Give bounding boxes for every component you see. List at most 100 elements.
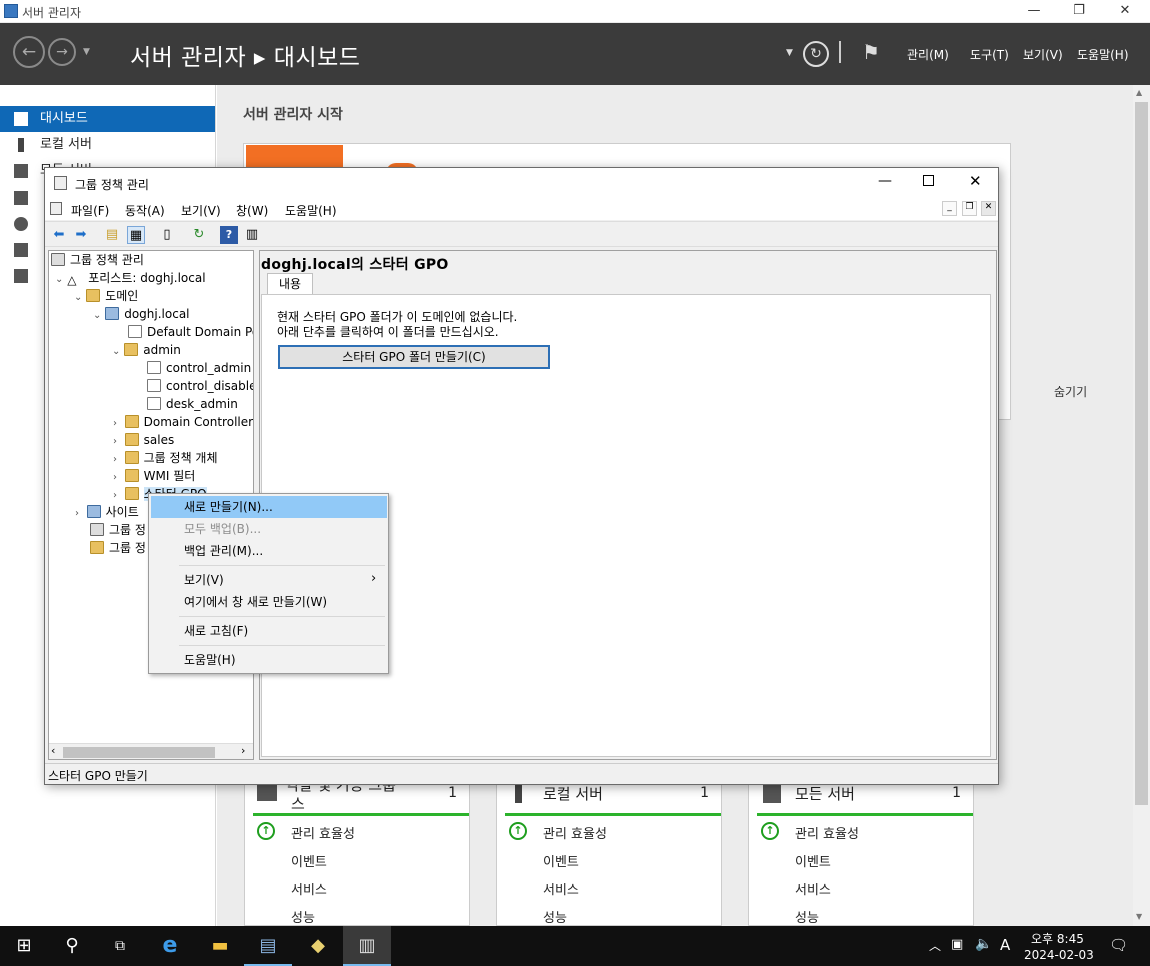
flag-icon[interactable]: ⚑ bbox=[862, 40, 880, 64]
tab-contents[interactable]: 내용 bbox=[267, 273, 313, 294]
tree-node-domain-controllers[interactable]: › Domain Controllers bbox=[113, 413, 253, 431]
nav-item-local-server[interactable]: 로컬 서버 bbox=[0, 132, 215, 158]
menu-item-new-window[interactable]: 여기에서 창 새로 만들기(W) bbox=[151, 591, 387, 613]
gpm-minimize-button[interactable]: — bbox=[878, 173, 892, 189]
menu-action[interactable]: 동작(A) bbox=[125, 202, 165, 219]
scroll-thumb[interactable] bbox=[63, 747, 215, 758]
tile-row-performance[interactable]: 성능 bbox=[795, 907, 819, 926]
close-button[interactable]: ✕ bbox=[1110, 2, 1140, 20]
tile-row-events[interactable]: 이벤트 bbox=[795, 851, 831, 870]
scroll-up-icon[interactable]: ▲ bbox=[1136, 88, 1142, 97]
menu-window[interactable]: 창(W) bbox=[236, 202, 268, 219]
notifications-icon[interactable]: 🗨 bbox=[1109, 936, 1128, 954]
forward-arrow-icon[interactable]: → bbox=[48, 38, 76, 66]
tile-all-servers[interactable]: 모든 서버 1 ↑ 관리 효율성 이벤트 서비스 성능 bbox=[748, 770, 974, 926]
tile-row-services[interactable]: 서비스 bbox=[795, 879, 831, 898]
chevron-right-icon[interactable]: › bbox=[113, 454, 117, 465]
tree-node-control-admin[interactable]: control_admin bbox=[147, 359, 251, 377]
properties-icon[interactable]: ▯ bbox=[158, 226, 176, 244]
tree-node-gpo-objects[interactable]: › 그룹 정책 개체 bbox=[113, 449, 218, 467]
tile-row-performance[interactable]: 성능 bbox=[543, 907, 567, 926]
restore-button[interactable]: ❐ bbox=[1064, 2, 1094, 20]
gpm-maximize-button[interactable] bbox=[923, 175, 934, 186]
mdi-minimize-button[interactable]: _ bbox=[942, 201, 957, 216]
clock-time[interactable]: 오후 8:45 bbox=[1031, 930, 1084, 947]
refresh-icon[interactable]: ↻ bbox=[190, 226, 208, 244]
tree-node-domains[interactable]: ⌄ 도메인 bbox=[74, 287, 138, 305]
roles-icon[interactable] bbox=[14, 191, 28, 205]
role-icon[interactable] bbox=[14, 243, 28, 257]
tile-row-performance[interactable]: 성능 bbox=[291, 907, 315, 926]
menu-item-view[interactable]: 보기(V) bbox=[151, 569, 387, 591]
chevron-right-icon[interactable]: › bbox=[113, 418, 117, 429]
tree-node-admin[interactable]: ⌄ admin bbox=[112, 341, 181, 359]
menu-item-backup-all[interactable]: 모두 백업(B)... bbox=[151, 518, 387, 540]
tree-node-desk-admin[interactable]: desk_admin bbox=[147, 395, 238, 413]
tile-row-events[interactable]: 이벤트 bbox=[543, 851, 579, 870]
nav-item-dashboard[interactable]: 대시보드 bbox=[0, 106, 215, 132]
back-arrow-icon[interactable]: ← bbox=[13, 36, 45, 68]
tile-row-manageability[interactable]: 관리 효율성 bbox=[543, 823, 607, 842]
scroll-right-icon[interactable]: › bbox=[241, 744, 245, 757]
tile-local-server[interactable]: 로컬 서버 1 ↑ 관리 효율성 이벤트 서비스 성능 bbox=[496, 770, 722, 926]
ad-users-taskbar-icon[interactable]: ◆ bbox=[294, 926, 342, 966]
scroll-left-icon[interactable]: ‹ bbox=[51, 744, 55, 757]
tree-node-default-policy[interactable]: Default Domain Po bbox=[128, 323, 253, 341]
history-dropdown-icon[interactable]: ▼ bbox=[83, 47, 90, 57]
chevron-right-icon[interactable]: › bbox=[75, 508, 79, 519]
tree-node-gp-results[interactable]: 그룹 정 bbox=[90, 539, 146, 557]
manage-menu[interactable]: 관리(M) bbox=[907, 46, 949, 63]
tree-node-sites[interactable]: › 사이트 bbox=[75, 503, 139, 521]
input-indicator[interactable]: A bbox=[1000, 936, 1010, 954]
document-icon[interactable] bbox=[50, 202, 62, 215]
gpm-close-button[interactable]: ✕ bbox=[969, 172, 982, 190]
tree-node-control-disable[interactable]: control_disable_ bbox=[147, 377, 253, 395]
task-view-icon[interactable]: ⧉ bbox=[96, 926, 144, 966]
tile-row-manageability[interactable]: 관리 효율성 bbox=[795, 823, 859, 842]
view-menu[interactable]: 보기(V) bbox=[1023, 46, 1063, 63]
volume-muted-icon[interactable]: 🔈 bbox=[975, 936, 992, 952]
chevron-down-icon[interactable]: ⌄ bbox=[112, 346, 120, 357]
menu-help[interactable]: 도움말(H) bbox=[285, 202, 337, 219]
tile-row-services[interactable]: 서비스 bbox=[291, 879, 327, 898]
chevron-down-icon[interactable]: ⌄ bbox=[74, 292, 82, 303]
dropdown-icon[interactable]: ▼ bbox=[786, 48, 793, 58]
menu-item-refresh[interactable]: 새로 고침(F) bbox=[151, 620, 387, 642]
scroll-thumb[interactable] bbox=[1135, 102, 1148, 805]
search-icon[interactable]: ⚲ bbox=[48, 926, 96, 966]
tree-node-sales[interactable]: › sales bbox=[113, 431, 174, 449]
chevron-up-icon[interactable]: ︿ bbox=[929, 937, 941, 954]
file-explorer-icon[interactable]: ▬ bbox=[196, 926, 244, 966]
minimize-button[interactable]: — bbox=[1019, 2, 1049, 20]
tile-row-events[interactable]: 이벤트 bbox=[291, 851, 327, 870]
up-folder-icon[interactable]: ▤ bbox=[103, 226, 121, 244]
tree-horizontal-scrollbar[interactable]: ‹ › bbox=[49, 743, 253, 759]
menu-file[interactable]: 파일(F) bbox=[71, 202, 109, 219]
console-icon[interactable]: ▥ bbox=[243, 226, 261, 244]
tree-node-forest[interactable]: ⌄ △ 포리스트: doghj.local bbox=[55, 269, 206, 287]
users-icon[interactable] bbox=[14, 217, 28, 231]
tools-menu[interactable]: 도구(T) bbox=[970, 46, 1009, 63]
tile-row-services[interactable]: 서비스 bbox=[543, 879, 579, 898]
file-services-icon[interactable] bbox=[14, 269, 28, 283]
scroll-down-icon[interactable]: ▼ bbox=[1136, 912, 1142, 921]
chevron-right-icon[interactable]: › bbox=[113, 472, 117, 483]
create-starter-gpo-folder-button[interactable]: 스타터 GPO 폴더 만들기(C) bbox=[278, 345, 550, 369]
internet-explorer-icon[interactable]: e bbox=[146, 926, 194, 966]
tree-node-wmi-filters[interactable]: › WMI 필터 bbox=[113, 467, 195, 485]
menu-view[interactable]: 보기(V) bbox=[181, 202, 221, 219]
tree-node-root[interactable]: 그룹 정책 관리 bbox=[51, 251, 144, 269]
gpm-taskbar-icon[interactable]: ▥ bbox=[343, 926, 391, 966]
chevron-right-icon[interactable]: › bbox=[113, 436, 117, 447]
help-menu[interactable]: 도움말(H) bbox=[1077, 46, 1129, 63]
tile-roles-groups[interactable]: 역할 및 기능 그룹 스 1 ↑ 관리 효율성 이벤트 서비스 성능 bbox=[244, 770, 470, 926]
network-icon[interactable]: ▣ bbox=[951, 937, 963, 952]
clock-date[interactable]: 2024-02-03 bbox=[1024, 948, 1094, 962]
mdi-close-button[interactable]: ✕ bbox=[981, 201, 996, 216]
tile-row-manageability[interactable]: 관리 효율성 bbox=[291, 823, 355, 842]
windows-start-icon[interactable]: ⊞ bbox=[0, 926, 48, 966]
help-icon[interactable]: ? bbox=[220, 226, 238, 244]
tree-node-gp-modeling[interactable]: 그룹 정 bbox=[90, 521, 146, 539]
back-arrow-icon[interactable]: ⬅ bbox=[50, 226, 68, 244]
refresh-icon[interactable]: ↻ bbox=[803, 41, 829, 67]
